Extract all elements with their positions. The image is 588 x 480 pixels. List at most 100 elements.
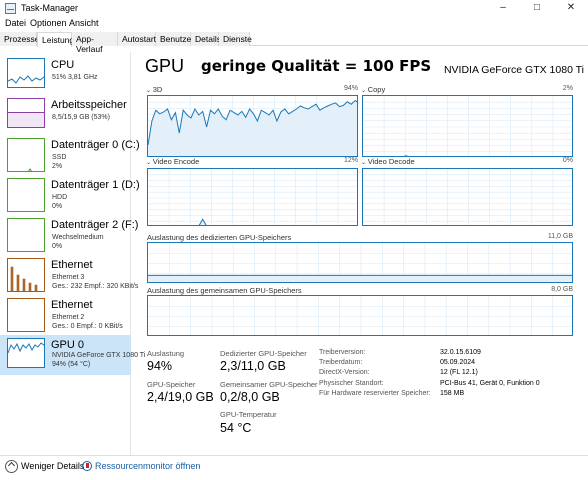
disk-thumbnail [7,138,45,172]
sidebar-item-title: GPU 0 [51,339,85,351]
sidebar-item-datentraeger-2[interactable]: Datenträger 2 (F:) Wechselmedium 0% [0,215,138,255]
shared-memory-max: 8,0 GB [551,286,573,293]
engine-graph-copy [362,95,573,157]
dedicated-memory-stat-value: 2,3/11,0 GB [220,359,286,373]
engine-graph-3d [147,95,358,157]
sidebar-item-title: Datenträger 0 (C:) [51,139,140,151]
maximize-button[interactable]: □ [520,0,554,17]
engine-copy-label[interactable]: ⌄ Copy [361,85,385,94]
sidebar-item-title: Datenträger 1 (D:) [51,179,140,191]
shared-memory-stat-value: 0,2/8,0 GB [220,390,280,404]
task-manager-icon [5,3,16,14]
sidebar-item-gpu-0[interactable]: GPU 0 NVIDIA GeForce GTX 1080 Ti 94% (54… [0,335,145,375]
sidebar-item-title: Datenträger 2 (F:) [51,219,139,231]
sidebar-item-title: CPU [51,59,75,71]
gpu-model-name: NVIDIA GeForce GTX 1080 Ti [443,64,584,76]
fewer-details-link[interactable]: Weniger Details [21,461,84,471]
sidebar-item-ethernet-2[interactable]: Ethernet Ethernet 2 Ges.: 0 Empf.: 0 KBi… [0,295,131,335]
dedicated-memory-stat-label: Dedizierter GPU-Speicher [220,349,307,358]
sidebar-item-adapter: Ethernet 3 [52,274,85,281]
menu-datei[interactable]: Datei [5,18,26,28]
title-bar: Task-Manager – □ ✕ [0,0,588,17]
chevron-up-icon[interactable] [5,460,18,473]
engine-copy-max: 2% [562,85,573,92]
tab-benutzer[interactable]: Benutzer [156,32,194,46]
memory-thumbnail [7,98,45,128]
engine-video-encode-label[interactable]: ⌄ Video Encode [146,157,199,166]
resource-monitor-link[interactable]: Ressourcenmonitor öffnen [95,461,200,471]
sidebar-item-ethernet-3[interactable]: Ethernet Ethernet 3 Ges.: 232 Empf.: 320… [0,255,138,295]
engine-video-decode-label[interactable]: ⌄ Video Decode [361,157,415,166]
sidebar-item-type: SSD [52,154,67,161]
engine-video-encode-max: 12% [343,157,358,164]
sidebar-item-type: Wechselmedium [52,234,104,241]
dedicated-memory-max: 11,0 GB [547,233,573,240]
sidebar-item-cpu[interactable]: CPU 51% 3,81 GHz [0,55,131,95]
footer-bar: Weniger Details Ressourcenmonitor öffnen [0,455,588,480]
resource-monitor-icon [82,461,92,471]
shared-memory-svg [148,296,572,335]
dedicated-memory-graph [147,242,573,283]
sidebar-item-title: Ethernet [51,299,93,311]
tab-dienste[interactable]: Dienste [219,32,252,46]
tab-prozesse[interactable]: Prozesse [0,32,39,46]
gpu-thumbnail [7,338,45,368]
sidebar-item-arbeitsspeicher[interactable]: Arbeitsspeicher 8,5/15,9 GB (53%) [0,95,131,135]
gpu-detail-panel: GPU geringe Qualität = 100 FPS NVIDIA Ge… [138,52,584,456]
physical-location-label: Physischer Standort: [319,380,384,387]
gpu-temperature-value: 54 °C [220,421,252,435]
network-thumbnail [7,258,45,292]
usage-value: 94% [147,359,173,373]
shared-memory-label: Auslastung des gemeinsamen GPU-Speichers [147,286,302,295]
engine-graph-video-encode [147,168,358,226]
shared-memory-graph [147,295,573,336]
sidebar-item-title: Ethernet [51,259,93,271]
dedicated-memory-label: Auslastung des dedizierten GPU-Speichers [147,233,292,242]
menu-ansicht[interactable]: Ansicht [69,18,99,28]
usage-label: Auslastung [147,349,185,358]
sidebar-item-adapter: Ethernet 2 [52,314,85,321]
sidebar-item-model: NVIDIA GeForce GTX 1080 Ti [52,352,146,359]
directx-version-value: 12 (FL 12.1) [440,369,478,376]
engine-graph-video-decode-svg [363,169,572,225]
directx-version-label: DirectX-Version: [319,369,370,376]
driver-version-value: 32.0.15.6109 [440,349,481,356]
menu-bar: Datei Optionen Ansicht [0,17,588,31]
close-button[interactable]: ✕ [554,0,588,17]
driver-version-label: Treiberversion: [319,349,366,356]
disk-thumbnail [7,178,45,212]
engine-3d-max: 94% [343,85,358,92]
performance-sidebar: CPU 51% 3,81 GHz Arbeitsspeicher 8,5/15,… [0,52,145,456]
overlay-annotation: geringe Qualität = 100 FPS [201,57,432,75]
sidebar-item-usage: 0% [52,203,63,210]
engine-video-decode-max: 0% [562,157,573,164]
tab-bar: Prozesse Leistung App-Verlauf Autostart … [0,32,588,54]
gpu-temperature-label: GPU-Temperatur [220,410,277,419]
tab-app-verlauf[interactable]: App-Verlauf [72,32,118,54]
sidebar-item-datentraeger-1[interactable]: Datenträger 1 (D:) HDD 0% [0,175,140,215]
engine-graph-video-encode-svg [148,169,357,225]
sidebar-item-datentraeger-0[interactable]: Datenträger 0 (C:) SSD 2% [0,135,140,175]
tab-leistung[interactable]: Leistung [37,32,74,47]
engine-3d-label[interactable]: ⌄ 3D [146,85,162,94]
network-thumbnail [7,298,45,332]
sidebar-item-usage: 2% [52,163,63,170]
sidebar-item-type: HDD [52,194,68,201]
minimize-button[interactable]: – [486,0,520,17]
sidebar-item-usage: 0% [52,243,63,250]
disk-thumbnail [7,218,45,252]
sidebar-item-detail: 51% 3,81 GHz [52,74,98,81]
gpu-memory-label: GPU-Speicher [147,380,196,389]
engine-graph-video-decode [362,168,573,226]
reserved-memory-value: 158 MB [440,390,465,397]
cpu-thumbnail [7,58,45,88]
sidebar-item-detail: 8,5/15,9 GB (53%) [52,114,110,121]
tab-autostart[interactable]: Autostart [118,32,156,46]
reserved-memory-label: Für Hardware reservierter Speicher: [319,390,431,397]
engine-graph-copy-svg [363,96,572,156]
memory-usage-fill [148,275,572,282]
physical-location-value: PCI-Bus 41, Gerät 0, Funktion 0 [440,380,540,387]
tab-details[interactable]: Details [191,32,221,46]
menu-optionen[interactable]: Optionen [30,18,67,28]
engine-usage-area [148,100,357,156]
